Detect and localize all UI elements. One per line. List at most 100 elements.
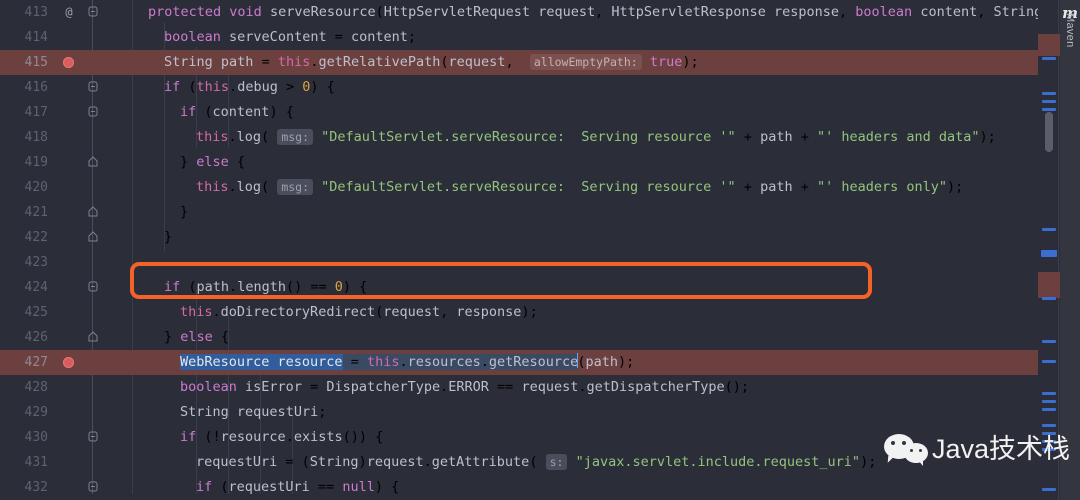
code-text[interactable]: } [180, 200, 188, 225]
code-lines[interactable]: 413 @ protected void serveResource(HttpSer… [0, 0, 1038, 500]
code-line[interactable]: 413 @ protected void serveResource(HttpSer… [0, 0, 1038, 25]
code-line[interactable]: 415 String path = this.getRelativePath(re… [0, 50, 1038, 75]
fold-marker[interactable] [87, 150, 99, 175]
code-line[interactable]: 419 } else { [0, 150, 1038, 175]
parameter-hint: msg: [277, 129, 314, 145]
code-line[interactable]: 414 boolean serveContent = content; [0, 25, 1038, 50]
code-text[interactable]: this.log( msg: "DefaultServlet.serveReso… [196, 125, 996, 150]
code-text[interactable]: this.doDirectoryRedirect(request, respon… [180, 300, 538, 325]
marker-change[interactable] [1042, 108, 1056, 111]
marker-change[interactable] [1042, 92, 1056, 95]
scrollbar-track[interactable] [1058, 0, 1059, 500]
code-text[interactable]: boolean serveContent = content; [164, 25, 416, 50]
code-text[interactable]: WebResource resource = this.resources.ge… [180, 350, 634, 375]
marker-change[interactable] [1042, 297, 1056, 300]
code-line[interactable]: 431 requestUri = (String)request.getAttri… [0, 450, 1038, 475]
code-line[interactable]: 416 if (this.debug > 0) { [0, 75, 1038, 100]
code-text[interactable]: protected void serveResource(HttpServlet… [148, 0, 1038, 25]
code-editor[interactable]: 413 @ protected void serveResource(HttpSer… [0, 0, 1038, 500]
code-line[interactable]: 426 } else { [0, 325, 1038, 350]
line-number: 431 [24, 455, 48, 470]
code-line[interactable]: 427 WebResource resource = this.resources… [0, 350, 1038, 375]
code-line[interactable]: 430 if (!resource.exists()) { [0, 425, 1038, 450]
marker-change[interactable] [1042, 100, 1056, 103]
marker-error-breakpoint[interactable] [1038, 272, 1060, 298]
fold-marker[interactable] [87, 325, 99, 350]
marker-current-selection[interactable] [1041, 250, 1057, 257]
annotation-marker[interactable]: @ [58, 0, 80, 25]
code-line[interactable]: 421} [0, 200, 1038, 225]
marker-error-breakpoint[interactable] [1038, 34, 1060, 56]
marker-change[interactable] [1042, 228, 1056, 231]
code-text[interactable]: if (this.debug > 0) { [164, 75, 335, 100]
marker-change[interactable] [1042, 57, 1056, 60]
parameter-hint: msg: [277, 179, 314, 195]
fold-collapse-icon[interactable] [87, 100, 99, 125]
fold-marker[interactable] [87, 225, 99, 250]
fold-expand-icon[interactable] [87, 200, 99, 225]
code-text[interactable]: } else { [180, 150, 245, 175]
code-line[interactable]: 417 if (content) { [0, 100, 1038, 125]
code-line[interactable]: 424 if (path.length() == 0) { [0, 275, 1038, 300]
code-text[interactable]: if (!resource.exists()) { [180, 425, 383, 450]
fold-collapse-icon[interactable] [87, 0, 99, 25]
fold-marker[interactable] [87, 200, 99, 225]
marker-change[interactable] [1042, 488, 1056, 491]
watermark: Java技术栈 [884, 432, 1070, 466]
marker-change[interactable] [1042, 392, 1056, 395]
code-text[interactable]: String requestUri; [180, 400, 326, 425]
ide-editor-window: 413 @ protected void serveResource(HttpSer… [0, 0, 1080, 500]
line-number: 419 [24, 155, 48, 170]
code-line[interactable]: 428 boolean isError = DispatcherType.ERRO… [0, 375, 1038, 400]
code-line[interactable]: 429 String requestUri; [0, 400, 1038, 425]
code-line[interactable]: 420 this.log( msg: "DefaultServlet.serveR… [0, 175, 1038, 200]
line-number: 429 [24, 405, 48, 420]
fold-expand-icon[interactable] [87, 225, 99, 250]
code-text[interactable]: boolean isError = DispatcherType.ERROR =… [180, 375, 749, 400]
watermark-text: Java技术栈 [932, 433, 1071, 464]
tool-window-button-maven[interactable]: Maven [1064, 13, 1076, 59]
fold-marker[interactable] [87, 75, 99, 100]
code-text[interactable]: if (path.length() == 0) { [164, 275, 367, 300]
fold-collapse-icon[interactable] [87, 275, 99, 300]
tool-window-strip[interactable]: m Maven [1060, 0, 1080, 500]
marker-change[interactable] [1042, 360, 1056, 363]
marker-change[interactable] [1042, 400, 1056, 403]
breakpoint-icon[interactable] [63, 357, 74, 368]
code-text[interactable]: } else { [164, 325, 229, 350]
code-text[interactable]: this.log( msg: "DefaultServlet.serveReso… [196, 175, 963, 200]
marker-change[interactable] [1042, 340, 1056, 343]
breakpoint-icon[interactable] [63, 57, 74, 68]
fold-expand-icon[interactable] [87, 150, 99, 175]
selected-text[interactable]: WebResource resource [180, 354, 343, 370]
code-line[interactable]: 418 this.log( msg: "DefaultServlet.serveR… [0, 125, 1038, 150]
fold-marker[interactable] [87, 425, 99, 450]
editor-marker-column[interactable] [1038, 0, 1060, 500]
fold-marker[interactable] [87, 0, 99, 25]
fold-expand-icon[interactable] [87, 325, 99, 350]
code-line[interactable]: 423 [0, 250, 1038, 275]
parameter-hint: allowEmptyPath: [529, 54, 642, 70]
line-number: 426 [24, 330, 48, 345]
fold-collapse-icon[interactable] [87, 75, 99, 100]
scrollbar-thumb[interactable] [1045, 112, 1053, 152]
viewport-bottom-clip [0, 494, 1038, 500]
line-number: 421 [24, 205, 48, 220]
fold-collapse-icon[interactable] [87, 425, 99, 450]
parameter-hint: s: [545, 454, 568, 470]
wechat-icon [884, 432, 928, 466]
fold-marker[interactable] [87, 275, 99, 300]
marker-change[interactable] [1042, 424, 1056, 427]
marker-change[interactable] [1042, 408, 1056, 411]
line-number: 422 [24, 230, 48, 245]
code-text[interactable]: if (content) { [180, 100, 294, 125]
line-number: 416 [24, 80, 48, 95]
code-line[interactable]: 425 this.doDirectoryRedirect(request, res… [0, 300, 1038, 325]
code-text[interactable]: String path = this.getRelativePath(reque… [164, 50, 699, 75]
line-number: 413 [24, 5, 48, 20]
fold-marker[interactable] [87, 100, 99, 125]
code-text[interactable]: requestUri = (String)request.getAttribut… [196, 450, 876, 475]
line-number: 414 [24, 30, 48, 45]
code-text[interactable]: } [164, 225, 172, 250]
code-line[interactable]: 422} [0, 225, 1038, 250]
